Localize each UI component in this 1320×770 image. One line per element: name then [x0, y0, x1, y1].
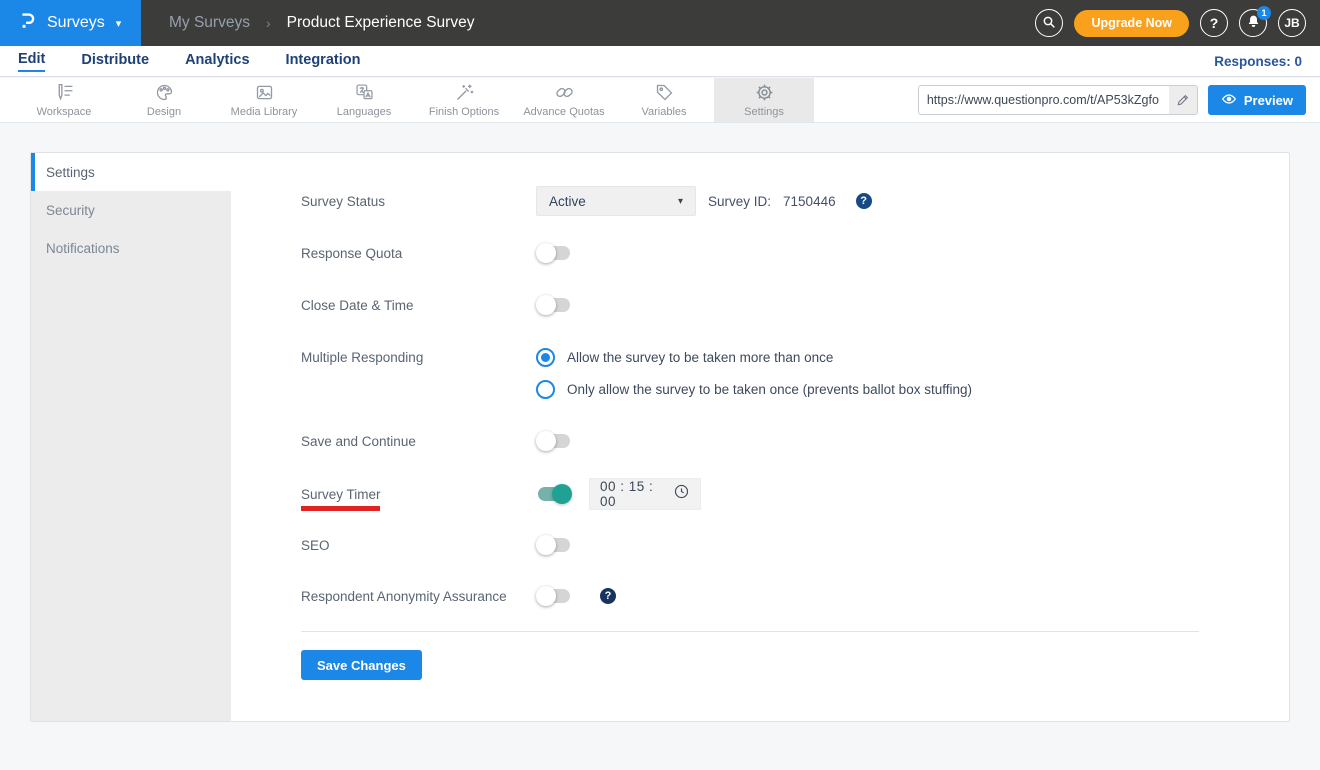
survey-timer-value: 00 : 15 : 00: [600, 479, 654, 509]
settings-sidebar: Settings Security Notifications: [31, 153, 231, 721]
toolbar-item-workspace[interactable]: Workspace: [14, 78, 114, 122]
tab-distribute[interactable]: Distribute: [81, 52, 149, 71]
media-library-icon: [254, 82, 275, 103]
radio-allow-multiple[interactable]: Allow the survey to be taken more than o…: [536, 348, 972, 367]
avatar-initials: JB: [1284, 16, 1300, 30]
toolbar-item-media-library[interactable]: Media Library: [214, 78, 314, 122]
breadcrumb-current-survey: Product Experience Survey: [286, 14, 475, 31]
help-button[interactable]: ?: [1200, 9, 1228, 37]
radio-selected-icon: [536, 348, 555, 367]
seo-label: SEO: [301, 537, 330, 553]
top-navbar: Surveys ▾ My Surveys › Product Experienc…: [0, 0, 1320, 46]
survey-timer-label: Survey Timer: [301, 486, 381, 502]
response-quota-toggle[interactable]: [536, 243, 572, 263]
preview-button[interactable]: Preview: [1207, 85, 1306, 115]
survey-timer-annotation-underline: [301, 506, 380, 511]
clock-icon: [673, 483, 690, 505]
toolbar-item-advance-quotas[interactable]: Advance Quotas: [514, 78, 614, 122]
sidebar-item-notifications[interactable]: Notifications: [31, 229, 231, 267]
edit-url-button[interactable]: [1168, 86, 1197, 114]
toolbar-item-settings[interactable]: Settings: [714, 78, 814, 122]
radio-allow-once[interactable]: Only allow the survey to be taken once (…: [536, 380, 972, 399]
sidebar-item-security[interactable]: Security: [31, 191, 231, 229]
form-divider: [301, 631, 1199, 632]
tag-icon: [654, 82, 675, 103]
settings-panel: Settings Security Notifications Survey S…: [30, 152, 1290, 722]
chain-link-icon: [554, 82, 575, 103]
tab-analytics[interactable]: Analytics: [185, 52, 249, 71]
breadcrumb-separator-icon: ›: [265, 15, 271, 31]
tab-edit[interactable]: Edit: [18, 51, 46, 72]
survey-timer-duration-field[interactable]: 00 : 15 : 00: [589, 478, 701, 510]
chevron-down-icon: ▾: [115, 17, 122, 30]
languages-translate-icon: [354, 82, 375, 103]
survey-url-field: [917, 85, 1198, 115]
survey-nav: Edit Distribute Analytics Integration Re…: [0, 46, 1320, 77]
notification-count-badge: 1: [1257, 6, 1271, 20]
save-changes-button[interactable]: Save Changes: [301, 650, 422, 680]
avatar[interactable]: JB: [1278, 9, 1306, 37]
breadcrumb-my-surveys[interactable]: My Surveys: [169, 14, 250, 32]
survey-id-label: Survey ID:: [708, 193, 772, 209]
multiple-responding-label: Multiple Responding: [301, 350, 424, 365]
product-name: Surveys: [47, 14, 105, 31]
radio-unselected-icon: [536, 380, 555, 399]
upgrade-now-button[interactable]: Upgrade Now: [1074, 9, 1189, 37]
survey-id-value: 7150446: [783, 193, 836, 209]
survey-timer-toggle[interactable]: [536, 484, 572, 504]
tab-integration[interactable]: Integration: [286, 52, 361, 71]
eye-icon: [1221, 91, 1237, 110]
anonymity-help-icon[interactable]: ?: [600, 588, 616, 604]
close-date-label: Close Date & Time: [301, 297, 414, 313]
toolbar-item-finish-options[interactable]: Finish Options: [414, 78, 514, 122]
response-quota-label: Response Quota: [301, 245, 403, 261]
search-button[interactable]: [1035, 9, 1064, 37]
toolbar-item-design[interactable]: Design: [114, 78, 214, 122]
question-mark-icon: ?: [1209, 15, 1219, 31]
gear-icon: [754, 82, 775, 103]
product-switcher[interactable]: Surveys ▾: [0, 0, 141, 46]
breadcrumb: My Surveys › Product Experience Survey: [169, 14, 474, 32]
chevron-down-icon: ▾: [677, 195, 683, 207]
search-icon: [1041, 14, 1057, 33]
survey-id-help-icon[interactable]: ?: [855, 193, 872, 209]
toolbar-item-variables[interactable]: Variables: [614, 78, 714, 122]
design-palette-icon: [154, 82, 175, 103]
toolbar-item-languages[interactable]: Languages: [314, 78, 414, 122]
pencil-icon: [1177, 94, 1188, 106]
survey-status-dropdown[interactable]: Active ▾: [536, 186, 696, 216]
responses-count[interactable]: Responses: 0: [1214, 54, 1302, 69]
edit-toolbar: Workspace Design Media Library Languages…: [0, 78, 1320, 123]
seo-toggle[interactable]: [536, 535, 572, 555]
close-date-toggle[interactable]: [536, 295, 572, 315]
questionpro-logo-icon: [16, 10, 38, 37]
anonymity-label: Respondent Anonymity Assurance: [301, 588, 507, 604]
save-continue-toggle[interactable]: [536, 431, 572, 451]
notifications-button[interactable]: 1: [1239, 6, 1271, 37]
sidebar-item-settings[interactable]: Settings: [31, 153, 231, 191]
survey-url-input[interactable]: [918, 93, 1169, 107]
save-continue-label: Save and Continue: [301, 433, 416, 449]
workspace-icon: [54, 82, 75, 103]
magic-wand-icon: [454, 82, 475, 103]
anonymity-toggle[interactable]: [536, 586, 572, 606]
survey-status-label: Survey Status: [301, 193, 386, 209]
